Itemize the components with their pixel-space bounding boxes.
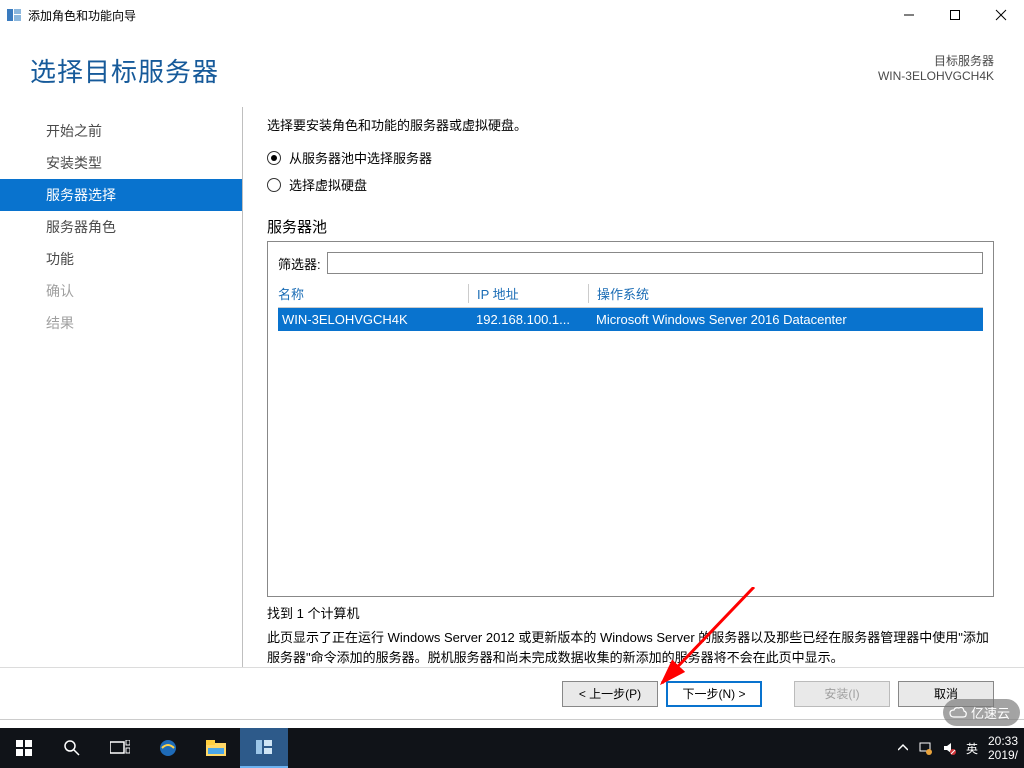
target-name: WIN-3ELOHVGCH4K (878, 69, 994, 83)
file-explorer-icon[interactable] (192, 728, 240, 768)
col-name[interactable]: 名称 (278, 284, 468, 303)
wizard-footer: < 上一步(P) 下一步(N) > 安装(I) 取消 (0, 667, 1024, 719)
cell-os: Microsoft Windows Server 2016 Datacenter (588, 312, 983, 327)
step-server-selection[interactable]: 服务器选择 (0, 179, 242, 211)
radio-icon (267, 151, 281, 165)
page-description: 此页显示了正在运行 Windows Server 2012 或更新版本的 Win… (267, 628, 994, 667)
taskbar-clock[interactable]: 20:33 2019/ (988, 734, 1024, 763)
clock-time: 20:33 (988, 734, 1018, 748)
cloud-icon (949, 706, 967, 720)
server-pool-label: 服务器池 (267, 216, 994, 237)
maximize-button[interactable] (932, 0, 978, 30)
minimize-button[interactable] (886, 0, 932, 30)
taskbar: 英 20:33 2019/ (0, 728, 1024, 768)
filter-label: 筛选器: (278, 254, 321, 273)
filter-input[interactable] (327, 252, 983, 274)
install-button: 安装(I) (794, 681, 890, 707)
tray-flag-icon[interactable] (918, 741, 932, 755)
server-manager-taskbar-icon[interactable] (240, 728, 288, 768)
col-ip[interactable]: IP 地址 (468, 284, 588, 303)
clock-date: 2019/ (988, 748, 1018, 762)
task-view-button[interactable] (96, 728, 144, 768)
close-button[interactable] (978, 0, 1024, 30)
target-server-box: 目标服务器 WIN-3ELOHVGCH4K (878, 52, 994, 83)
radio-vhd[interactable]: 选择虚拟硬盘 (267, 175, 994, 194)
ie-icon[interactable] (144, 728, 192, 768)
instruction-text: 选择要安装角色和功能的服务器或虚拟硬盘。 (267, 115, 994, 134)
search-button[interactable] (48, 728, 96, 768)
step-server-roles[interactable]: 服务器角色 (0, 211, 242, 243)
col-os[interactable]: 操作系统 (588, 284, 983, 303)
server-pool-box: 筛选器: 名称 IP 地址 操作系统 WIN-3ELOHVGCH4K 192.1… (267, 241, 994, 597)
tray-volume-icon[interactable] (942, 741, 956, 755)
previous-button[interactable]: < 上一步(P) (562, 681, 658, 707)
wizard-steps-sidebar: 开始之前 安装类型 服务器选择 服务器角色 功能 确认 结果 (0, 107, 242, 667)
radio-server-pool[interactable]: 从服务器池中选择服务器 (267, 148, 994, 167)
step-install-type[interactable]: 安装类型 (0, 147, 242, 179)
watermark: 亿速云 (943, 699, 1020, 726)
target-label: 目标服务器 (878, 52, 994, 69)
window-controls (886, 0, 1024, 30)
radio-icon (267, 178, 281, 192)
system-tray[interactable]: 英 (898, 740, 988, 757)
found-count: 找到 1 个计算机 (267, 603, 994, 622)
page-title: 选择目标服务器 (30, 52, 219, 89)
ime-indicator[interactable]: 英 (966, 740, 978, 757)
server-table: 名称 IP 地址 操作系统 WIN-3ELOHVGCH4K 192.168.10… (278, 284, 983, 590)
step-features[interactable]: 功能 (0, 243, 242, 275)
start-button[interactable] (0, 728, 48, 768)
server-manager-icon (6, 7, 22, 23)
next-button[interactable]: 下一步(N) > (666, 681, 762, 707)
content-pane: 选择要安装角色和功能的服务器或虚拟硬盘。 从服务器池中选择服务器 选择虚拟硬盘 … (242, 107, 1024, 667)
radio-label: 选择虚拟硬盘 (289, 175, 367, 194)
wizard-window: 添加角色和功能向导 选择目标服务器 目标服务器 WIN-3ELOHVGCH4K … (0, 0, 1024, 720)
tray-chevron-up-icon[interactable] (898, 743, 908, 753)
radio-label: 从服务器池中选择服务器 (289, 148, 432, 167)
table-row[interactable]: WIN-3ELOHVGCH4K 192.168.100.1... Microso… (278, 308, 983, 331)
step-confirm: 确认 (0, 275, 242, 307)
window-title: 添加角色和功能向导 (28, 7, 136, 24)
header: 选择目标服务器 目标服务器 WIN-3ELOHVGCH4K (0, 30, 1024, 107)
cell-ip: 192.168.100.1... (468, 312, 588, 327)
watermark-text: 亿速云 (971, 703, 1010, 722)
titlebar: 添加角色和功能向导 (0, 0, 1024, 30)
cell-name: WIN-3ELOHVGCH4K (278, 312, 468, 327)
step-before-begin[interactable]: 开始之前 (0, 115, 242, 147)
destination-radio-group: 从服务器池中选择服务器 选择虚拟硬盘 (267, 148, 994, 202)
step-results: 结果 (0, 307, 242, 339)
